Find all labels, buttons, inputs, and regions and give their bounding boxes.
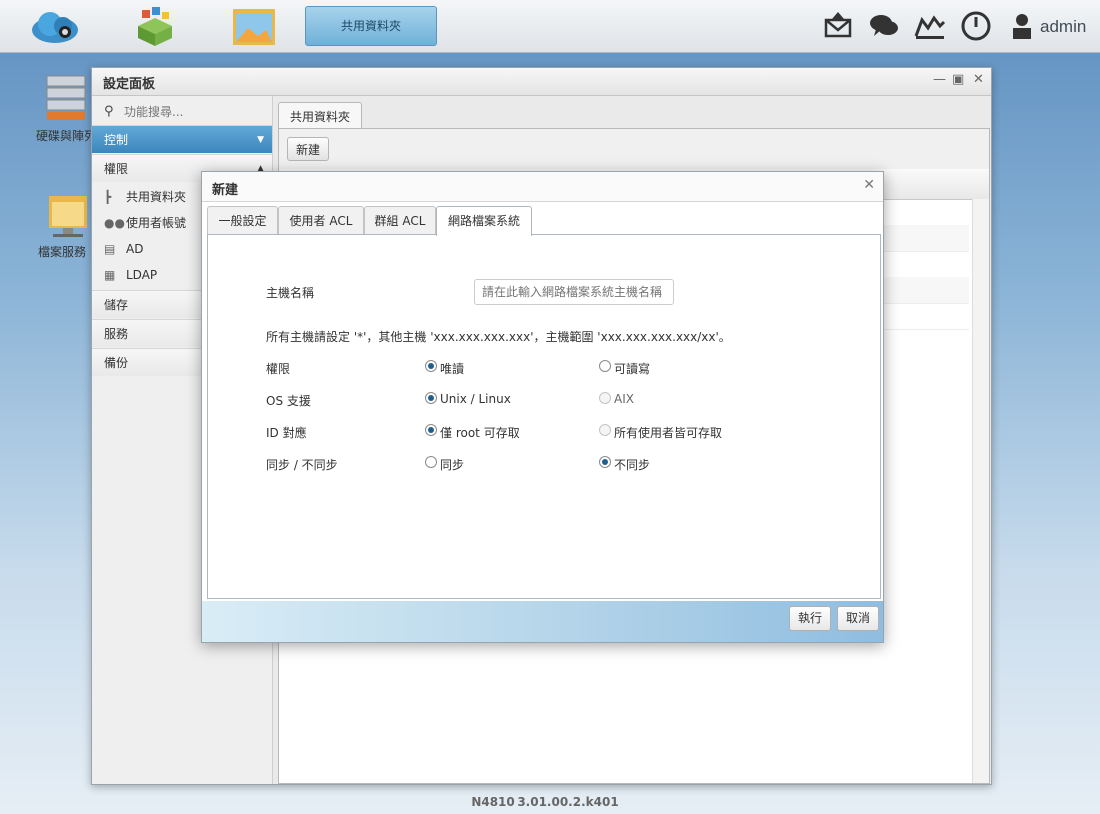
desktop-icon-label: 檔案服務 [38,245,87,259]
cloud-icon[interactable] [30,4,80,48]
host-input[interactable] [474,279,674,305]
monitor-icon[interactable] [914,10,946,42]
hint-text: 所有主機請設定 '*'，其他主機 'xxx.xxx.xxx.xxx'，主機範圍 … [266,330,731,344]
search-icon: ⚲ [104,104,114,119]
sidebar-item-label: 使用者帳號 [126,216,187,230]
sidebar-cat-label: 權限 [104,162,129,176]
close-icon[interactable]: ✕ [863,177,875,193]
new-dialog: 新建 ✕ 一般設定 使用者 ACL 群組 ACL 網路檔案系統 主機名稱 所有主… [201,171,884,643]
maximize-icon[interactable]: ▣ [952,72,964,87]
radio-async[interactable] [599,456,611,468]
chat-icon[interactable] [868,10,900,42]
mail-icon[interactable] [822,10,854,42]
model-label: N4810 [471,795,515,809]
new-button[interactable]: 新建 [287,137,330,161]
desktop-icon-disk[interactable]: 硬碟與陣列 [36,74,96,143]
sidebar-item-label: 共用資料夾 [126,190,187,204]
ad-icon: ▤ [104,242,116,256]
file-server-icon [38,192,98,241]
chevron-down-icon: ▼ [257,135,264,145]
user-icon[interactable] [1008,10,1040,42]
radio-readwrite[interactable] [599,360,611,372]
apps-icon[interactable] [130,4,180,48]
users-icon: ●● [104,216,125,230]
row-label-sync: 同步 / 不同步 [266,458,338,472]
close-icon[interactable]: ✕ [973,72,984,87]
window-title: 設定面板 [103,77,156,92]
radio-label: 唯讀 [440,362,465,376]
radio-label: 不同步 [614,458,651,472]
dialog-footer: 執行 取消 [202,601,883,642]
sidebar-cat-control[interactable]: 控制 ▼ [92,125,272,153]
taskbar-shared-folder[interactable]: 共用資料夾 [305,6,437,46]
row-label-os: OS 支援 [266,394,311,408]
execute-button[interactable]: 執行 [789,606,832,631]
window-titlebar[interactable]: 設定面板 — ▣ ✕ [92,68,991,96]
sidebar-cat-label: 服務 [104,327,129,341]
tree-icon: ┣ [104,190,112,204]
host-label: 主機名稱 [266,286,315,300]
sidebar-item-label: LDAP [126,268,158,282]
scrollbar[interactable] [972,199,989,783]
radio-aix[interactable] [599,392,611,404]
radio-label: Unix / Linux [440,392,511,406]
radio-label: 同步 [440,458,465,472]
radio-unix-linux[interactable] [425,392,437,404]
row-label-permission: 權限 [266,362,291,376]
dialog-title: 新建 [212,183,239,198]
radio-readonly[interactable] [425,360,437,372]
dialog-titlebar[interactable]: 新建 ✕ [202,172,883,202]
top-bar: 共用資料夾 admin [0,0,1100,53]
row-label-id-mapping: ID 對應 [266,426,307,440]
cancel-button[interactable]: 取消 [837,606,880,631]
username-label[interactable]: admin [1040,17,1086,37]
version-label: 3.01.00.2.k401 [517,795,619,809]
radio-label: 所有使用者皆可存取 [614,426,723,440]
tab-user-acl[interactable]: 使用者 ACL [278,206,364,234]
radio-all-users[interactable] [599,424,611,436]
toolbar: 新建 [279,129,989,170]
tab-shared-folder[interactable]: 共用資料夾 [278,102,362,131]
desktop-icon-file-server[interactable]: 檔案服務 [38,192,98,259]
radio-label: 僅 root 可存取 [440,426,520,440]
search-input[interactable] [122,102,266,122]
disk-icon [36,74,96,125]
radio-label: 可讀寫 [614,362,651,376]
folder-icon[interactable] [230,4,280,48]
sidebar-search: ⚲ [96,100,268,124]
power-icon[interactable] [960,10,992,42]
footer: N4810 3.01.00.2.k401 [0,795,1100,809]
sidebar-cat-label: 備份 [104,356,129,370]
desktop-icon-label: 硬碟與陣列 [36,129,97,143]
sidebar-item-label: AD [126,242,144,256]
sidebar-cat-label: 控制 [104,133,129,147]
radio-root-only[interactable] [425,424,437,436]
sidebar-cat-label: 儲存 [104,298,129,312]
tab-nfs[interactable]: 網路檔案系統 [436,206,532,236]
radio-label: AIX [614,392,634,406]
dialog-body: 主機名稱 所有主機請設定 '*'，其他主機 'xxx.xxx.xxx.xxx'，… [207,234,881,599]
ldap-icon: ▦ [104,268,116,282]
radio-sync[interactable] [425,456,437,468]
tab-general[interactable]: 一般設定 [207,206,278,234]
tab-group-acl[interactable]: 群組 ACL [364,206,436,234]
minimize-icon[interactable]: — [933,72,946,87]
